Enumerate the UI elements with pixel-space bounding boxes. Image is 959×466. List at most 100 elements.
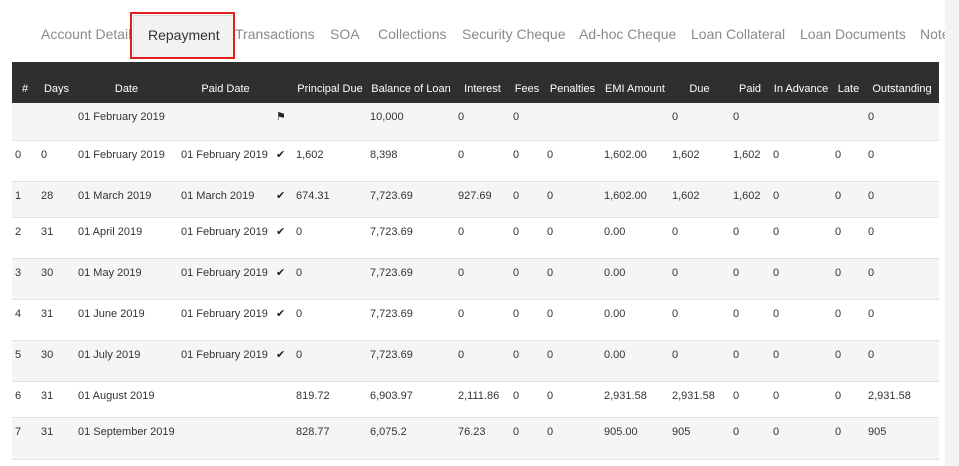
- cell-outstanding: 0: [865, 217, 939, 259]
- table-body: 01 February 2019 ⚑ 10,000 0 0 0 0 0 0 0 01 Februar…: [12, 103, 939, 460]
- cell-outstanding: 0: [865, 103, 939, 141]
- cell-index: 0: [12, 140, 38, 182]
- cell-outstanding: 0: [865, 299, 939, 341]
- repayment-schedule-table: # Days Date Paid Date Principal Due Bala…: [12, 62, 939, 460]
- cell-days: 31: [38, 381, 75, 418]
- tab-security-cheque[interactable]: Security Cheque: [462, 26, 566, 42]
- cell-balance: 8,398: [367, 140, 455, 182]
- cell-principal-due: [293, 103, 367, 141]
- cell-balance: 7,723.69: [367, 217, 455, 259]
- tab-collections[interactable]: Collections: [378, 26, 446, 42]
- cell-due: 2,931.58: [669, 381, 730, 418]
- cell-interest: 0: [455, 217, 510, 259]
- cell-late: 0: [832, 181, 865, 218]
- cell-paid: 0: [730, 417, 770, 460]
- cell-fees: 0: [510, 181, 544, 218]
- tab-repayment[interactable]: Repayment: [133, 15, 235, 59]
- cell-due: 1,602: [669, 181, 730, 218]
- table-row: 6 31 01 August 2019 819.72 6,903.97 2,111.86 0…: [12, 381, 939, 418]
- cell-due: 905: [669, 417, 730, 460]
- cell-balance: 7,723.69: [367, 258, 455, 300]
- cell-principal-due: 674.31: [293, 181, 367, 218]
- cell-in-advance: 0: [770, 217, 832, 259]
- cell-emi-amount: 0.00: [601, 340, 669, 382]
- cell-principal-due: 819.72: [293, 381, 367, 418]
- cell-date: 01 March 2019: [75, 181, 178, 218]
- cell-date: 01 May 2019: [75, 258, 178, 300]
- header-balance-of-loan: Balance of Loan: [371, 83, 451, 95]
- cell-index: 6: [12, 381, 38, 418]
- cell-emi-amount: 1,602.00: [601, 140, 669, 182]
- cell-paid-date: 01 February 2019: [178, 258, 273, 300]
- cell-paid-date: 01 March 2019: [178, 181, 273, 218]
- cell-paid: 1,602: [730, 140, 770, 182]
- cell-balance: 7,723.69: [367, 181, 455, 218]
- header-in-advance: In Advance: [773, 83, 829, 95]
- cell-due: 1,602: [669, 140, 730, 182]
- cell-in-advance: 0: [770, 258, 832, 300]
- header-status: [273, 62, 293, 103]
- table-row: 4 31 01 June 2019 01 February 2019 ✔ 0 7,723.6…: [12, 299, 939, 341]
- loan-detail-panel: Account Detail Repayment Transactions SO…: [0, 0, 945, 466]
- header-paid: Paid: [738, 83, 762, 95]
- flag-icon: ⚑: [276, 111, 286, 123]
- cell-principal-due: 1,602: [293, 140, 367, 182]
- header-emi-amount: EMI Amount: [605, 83, 665, 95]
- cell-penalties: 0: [544, 181, 601, 218]
- tab-loan-documents[interactable]: Loan Documents: [800, 26, 906, 42]
- header-days: Days: [43, 83, 70, 95]
- cell-penalties: 0: [544, 258, 601, 300]
- cell-paid: 1,602: [730, 181, 770, 218]
- cell-date: 01 April 2019: [75, 217, 178, 259]
- cell-status: ✔: [273, 181, 293, 218]
- check-icon: ✔: [276, 189, 286, 202]
- table-row: 3 30 01 May 2019 01 February 2019 ✔ 0 7,723.69…: [12, 258, 939, 300]
- cell-late: 0: [832, 381, 865, 418]
- cell-due: 0: [669, 217, 730, 259]
- cell-index: 2: [12, 217, 38, 259]
- header-due: Due: [689, 83, 710, 95]
- cell-paid-date: [178, 103, 273, 141]
- header-penalties: Penalties: [549, 83, 596, 95]
- cell-penalties: 0: [544, 140, 601, 182]
- cell-days: 31: [38, 417, 75, 460]
- cell-in-advance: 0: [770, 340, 832, 382]
- header-index: #: [21, 83, 29, 95]
- tab-transactions[interactable]: Transactions: [235, 26, 315, 42]
- check-icon: ✔: [276, 348, 286, 361]
- cell-due: 0: [669, 258, 730, 300]
- cell-penalties: 0: [544, 340, 601, 382]
- tab-note[interactable]: Note: [920, 26, 945, 42]
- cell-status: ✔: [273, 299, 293, 341]
- cell-days: [38, 103, 75, 141]
- table-row: 5 30 01 July 2019 01 February 2019 ✔ 0 7,723.6…: [12, 340, 939, 382]
- cell-outstanding: 0: [865, 340, 939, 382]
- cell-status: ✔: [273, 140, 293, 182]
- cell-status: ✔: [273, 217, 293, 259]
- cell-principal-due: 0: [293, 340, 367, 382]
- cell-interest: 76.23: [455, 417, 510, 460]
- cell-penalties: 0: [544, 299, 601, 341]
- check-icon: ✔: [276, 148, 286, 161]
- cell-late: 0: [832, 340, 865, 382]
- cell-index: 5: [12, 340, 38, 382]
- tab-soa[interactable]: SOA: [330, 26, 360, 42]
- tab-account-detail[interactable]: Account Detail: [41, 26, 131, 42]
- cell-in-advance: 0: [770, 417, 832, 460]
- cell-paid-date: 01 February 2019: [178, 140, 273, 182]
- cell-late: 0: [832, 417, 865, 460]
- check-icon: ✔: [276, 225, 286, 238]
- cell-paid: 0: [730, 258, 770, 300]
- tab-adhoc-cheque[interactable]: Ad-hoc Cheque: [579, 26, 676, 42]
- cell-paid: 0: [730, 381, 770, 418]
- cell-emi-amount: 2,931.58: [601, 381, 669, 418]
- cell-interest: 0: [455, 258, 510, 300]
- cell-penalties: [544, 103, 601, 141]
- cell-emi-amount: 0.00: [601, 299, 669, 341]
- cell-interest: 2,111.86: [455, 381, 510, 418]
- table-row: 1 28 01 March 2019 01 March 2019 ✔ 674.31 7,72…: [12, 181, 939, 218]
- cell-status: [273, 381, 293, 418]
- tab-loan-collateral[interactable]: Loan Collateral: [691, 26, 785, 42]
- cell-principal-due: 0: [293, 217, 367, 259]
- cell-balance: 6,903.97: [367, 381, 455, 418]
